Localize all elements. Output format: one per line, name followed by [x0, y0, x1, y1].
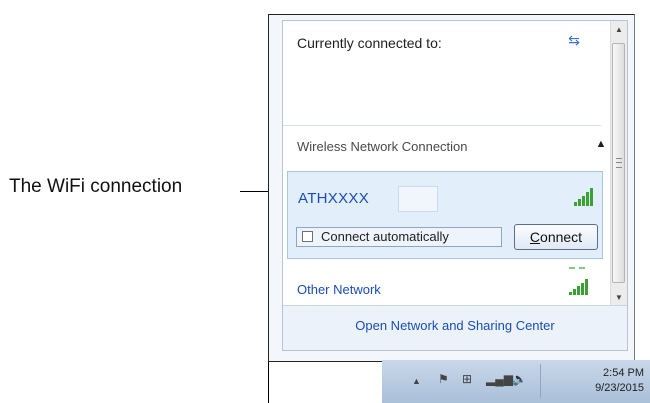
- system-clock[interactable]: 2:54 PM 9/23/2015: [578, 366, 644, 396]
- scroll-thumb[interactable]: [612, 43, 625, 283]
- currently-connected-label: Currently connected to:: [297, 35, 442, 51]
- scrollbar[interactable]: ▲ ▼: [610, 21, 627, 306]
- scroll-down-arrow-icon[interactable]: ▼: [611, 289, 627, 306]
- network-flyout: Currently connected to: ⇆ Wireless Netwo…: [282, 20, 628, 351]
- signal-strength-icon: [569, 279, 588, 295]
- wifi-tray-icon[interactable]: ▂▄▆: [486, 372, 513, 386]
- volume-icon[interactable]: 🔈: [512, 372, 527, 386]
- network-ssid: ATHXXXX: [298, 190, 370, 207]
- connect-button-mnemonic: C: [529, 229, 541, 245]
- connect-automatically-checkbox[interactable]: Connect automatically: [296, 227, 502, 247]
- flyout-footer: Open Network and Sharing Center: [283, 305, 627, 350]
- ssid-redaction-box: [398, 186, 438, 212]
- tray-separator: [540, 364, 541, 398]
- callout-leader-line: [240, 191, 268, 192]
- other-network-item[interactable]: Other Network: [297, 282, 381, 297]
- network-tray-icon[interactable]: ⊞: [462, 372, 472, 386]
- show-hidden-icons-icon[interactable]: ▲: [412, 374, 421, 388]
- signal-strength-icon: [574, 188, 593, 206]
- frame-rule: [268, 358, 269, 403]
- clock-date: 9/23/2015: [595, 382, 644, 394]
- network-sharing-center-link[interactable]: Open Network and Sharing Center: [283, 318, 627, 333]
- checkbox[interactable]: [302, 231, 313, 242]
- callout-label: The WiFi connection: [9, 176, 183, 197]
- divider: [283, 125, 601, 126]
- chevron-up-icon[interactable]: ▲: [595, 137, 607, 151]
- action-center-flag-icon[interactable]: ⚑: [438, 372, 449, 386]
- taskbar: ▲ ⚑ ⊞ ▂▄▆ 🔈 2:54 PM 9/23/2015: [382, 360, 650, 403]
- connect-button[interactable]: Connect: [514, 224, 598, 250]
- section-title: Wireless Network Connection: [297, 139, 468, 154]
- connect-automatically-label: Connect automatically: [321, 229, 449, 244]
- network-item-athxxxx[interactable]: ATHXXXX Connect automatically Connect: [287, 171, 603, 259]
- list-separator: [569, 267, 585, 269]
- clock-time: 2:54 PM: [603, 367, 644, 379]
- refresh-icon[interactable]: ⇆: [565, 33, 583, 47]
- scroll-up-arrow-icon[interactable]: ▲: [611, 21, 627, 38]
- grip-icon: [616, 158, 622, 168]
- connect-button-label: onnect: [540, 229, 583, 245]
